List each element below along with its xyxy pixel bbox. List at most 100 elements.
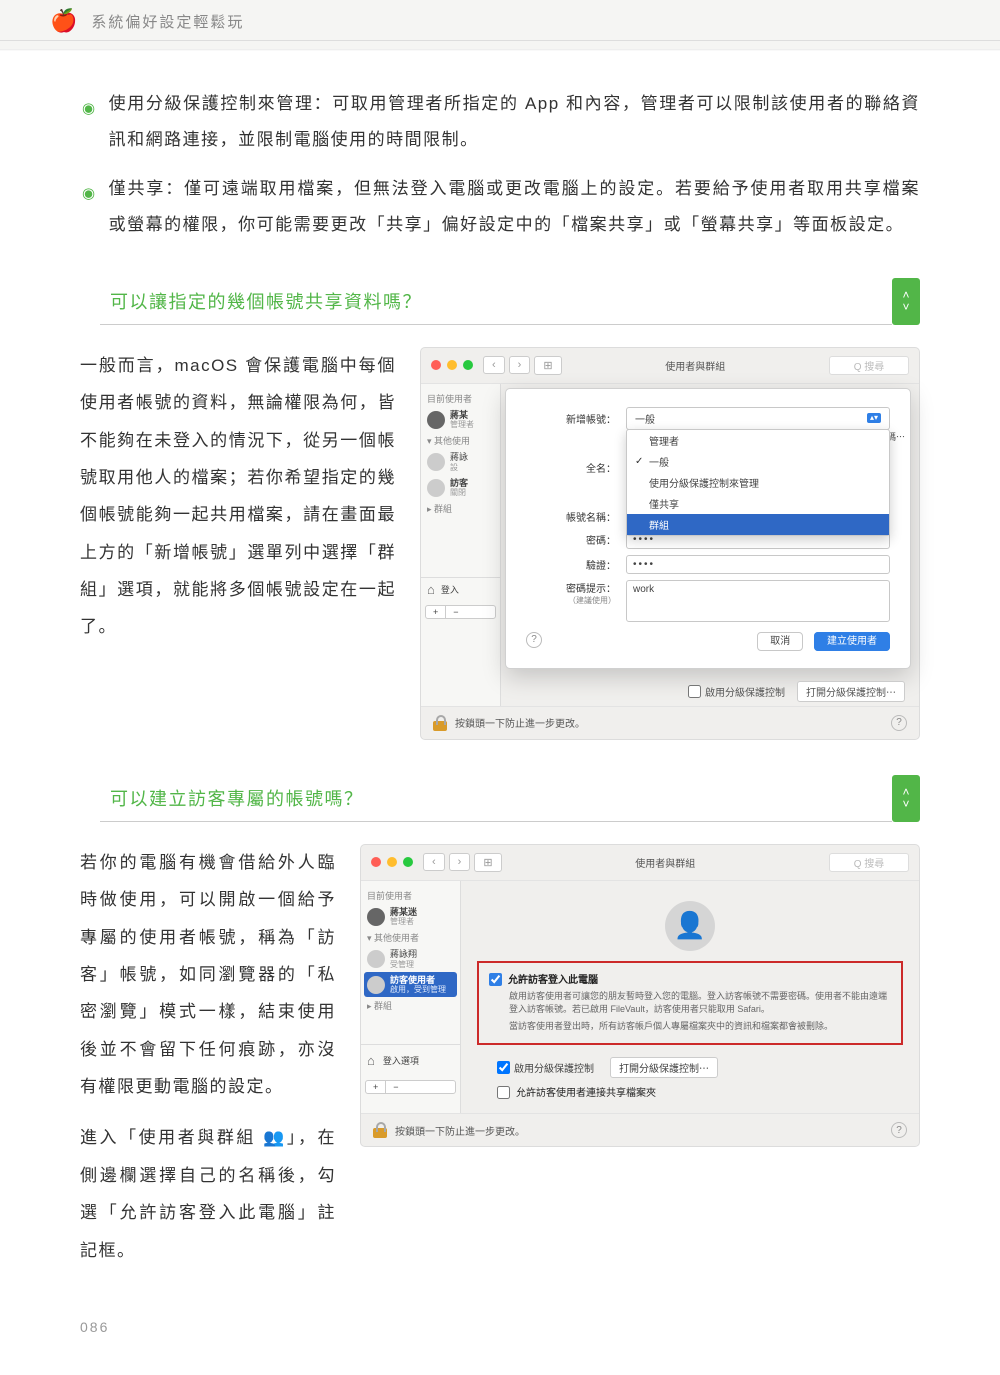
sidebar-section: ▾ 其他使用者 [361,929,460,946]
option-normal[interactable]: ✓一般 [627,451,889,472]
grid-button[interactable]: ⊞ [534,356,561,375]
parental-checkbox[interactable]: 啟用分級保護控制 [688,684,785,699]
open-parental-button[interactable]: 打開分級保護控制⋯ [610,1057,718,1078]
account-type-select[interactable]: 一般▴▾ 管理者 ✓一般 使用分級保護控制來管理 僅共享 群組 [626,407,890,430]
sidebar-item-guest[interactable]: 訪客使用者啟用，受到管理 [364,972,457,998]
forward-button[interactable]: › [509,356,531,374]
label-verify: 驗證： [526,557,616,572]
help-icon[interactable]: ? [891,1122,907,1138]
help-icon[interactable]: ? [526,632,542,648]
screenshot-1: ‹ › ⊞ 使用者與群組 Q 搜尋 目前使用者 蔣某管理者 ▾ 其他使用 [420,347,920,740]
chevron-updown-icon: ˄˅ [892,278,920,325]
sidebar-item-guest[interactable]: 訪客關閉 [421,475,500,501]
cancel-button[interactable]: 取消 [757,632,803,651]
highlight-box: 允許訪客登入此電腦 啟用訪客使用者可讓您的朋友暫時登入您的電腦。登入訪客帳號不需… [477,961,903,1046]
add-remove[interactable]: +− [365,1080,456,1094]
home-icon: ⌂ [427,582,435,597]
max-icon[interactable] [403,857,413,867]
search-input[interactable]: Q 搜尋 [829,356,909,375]
sidebar-footer: ⌂ 登入 [421,577,500,601]
bullet-1: ◉ 使用分級保護控制來管理：可取用管理者所指定的 App 和內容，管理者可以限制… [80,86,920,157]
close-icon[interactable] [431,360,441,370]
min-icon[interactable] [387,857,397,867]
max-icon[interactable] [463,360,473,370]
open-parental-button[interactable]: 打開分級保護控制⋯ [797,681,905,702]
guest-detail: 👤 允許訪客登入此電腦 啟用訪客使用者可讓您的朋友暫時登入您的電腦。登入訪客帳號… [461,881,919,1114]
sidebar-item-user[interactable]: 蔣詠翔受管理 [361,946,460,972]
lock-row: 按鎖頭一下防止進一步更改。 ? [421,706,919,739]
lock-text: 按鎖頭一下防止進一步更改。 [395,1123,525,1138]
sidebar-item-user[interactable]: 蔣詠設 [421,449,500,475]
bullet-icon: ◉ [82,93,97,157]
option-group[interactable]: 群組 [627,514,889,535]
help-icon[interactable]: ? [891,715,907,731]
under-sheet-row: 啟用分級保護控制 打開分級保護控制⋯ [501,677,919,706]
label-new-account: 新增帳號： [526,411,616,426]
avatar-icon [427,479,445,497]
page-number: 086 [80,1319,920,1335]
parental-checkbox[interactable]: 啟用分級保護控制 [497,1060,594,1075]
label-hint: 密碼提示： [526,580,616,595]
chevron-updown-icon: ˄˅ [892,775,920,822]
avatar-icon [427,453,445,471]
new-account-sheet: 新增帳號： 一般▴▾ 管理者 ✓一般 使用分級保護控制來管理 僅共享 群組 [505,388,911,669]
select-menu: 管理者 ✓一般 使用分級保護控制來管理 僅共享 群組 [626,429,890,536]
answer-2b: 進入「使用者與群組 👥」，在側邊欄選擇自己的名稱後，勾選「允許訪客登入此電腦」註… [80,1119,336,1269]
avatar-icon [367,908,385,926]
sidebar-section: 目前使用者 [361,887,460,904]
sidebar: 目前使用者 蔣某管理者 ▾ 其他使用 蔣詠設 訪客關閉 [421,384,501,706]
allow-guest-checkbox[interactable]: 允許訪客登入此電腦 [489,971,891,986]
grid-button[interactable]: ⊞ [474,853,501,872]
verify-input[interactable]: •••• [626,555,890,574]
guest-avatar: 👤 [665,901,715,951]
back-button[interactable]: ‹ [423,853,445,871]
label-fullname: 全名： [526,460,616,475]
min-icon[interactable] [447,360,457,370]
sidebar-section: ▸ 群組 [361,997,460,1014]
sidebar-section: ▾ 其他使用 [421,432,500,449]
lock-icon[interactable] [373,1122,387,1138]
add-remove[interactable]: +− [425,605,496,619]
window-title: 使用者與群組 [502,855,829,870]
answer-1: 一般而言，macOS 會保護電腦中每個使用者帳號的資料，無論權限為何，皆不能夠在… [80,347,396,646]
window-titlebar: ‹ › ⊞ 使用者與群組 Q 搜尋 [361,845,919,881]
question-bar-1: 可以讓指定的幾個帳號共享資料嗎？ ˄˅ [100,278,920,325]
guest-note-2: 當訪客使用者登出時，所有訪客帳戶個人專屬檔案夾中的資訊和檔案都會被刪除。 [509,1020,891,1034]
option-parental[interactable]: 使用分級保護控制來管理 [627,472,889,493]
guest-note-1: 啟用訪客使用者可讓您的朋友暫時登入您的電腦。登入訪客帳號不需要密碼。使用者不能由… [509,990,891,1017]
bullet-icon: ◉ [82,178,97,242]
page-header: 🍎 系統偏好設定輕鬆玩 [0,0,1000,49]
window-title: 使用者與群組 [562,358,829,373]
login-options[interactable]: 登入 [441,583,459,596]
option-admin[interactable]: 管理者 [627,430,889,451]
label-password: 密碼： [526,532,616,547]
lock-icon[interactable] [433,715,447,731]
screenshot-2: ‹ › ⊞ 使用者與群組 Q 搜尋 目前使用者 蔣某迷管理者 ▾ 其他使用者 [360,844,920,1148]
login-options[interactable]: ⌂ 登入選項 [361,1044,460,1076]
question-text: 可以讓指定的幾個帳號共享資料嗎？ [100,278,892,325]
sidebar-section: 目前使用者 [421,390,500,407]
avatar-icon [367,976,385,994]
forward-button[interactable]: › [449,853,471,871]
lock-text: 按鎖頭一下防止進一步更改。 [455,715,585,730]
bullet-text: 使用分級保護控制來管理：可取用管理者所指定的 App 和內容，管理者可以限制該使… [109,86,920,157]
back-button[interactable]: ‹ [483,356,505,374]
guest-share-checkbox[interactable]: 允許訪客使用者連接共享檔案夾 [497,1084,903,1099]
apple-icon: 🍎 [50,8,77,34]
close-icon[interactable] [371,857,381,867]
search-input[interactable]: Q 搜尋 [829,853,909,872]
chevron-updown-icon: ▴▾ [867,413,881,423]
question-bar-2: 可以建立訪客專屬的帳號嗎？ ˄˅ [100,775,920,822]
question-text: 可以建立訪客專屬的帳號嗎？ [100,775,892,822]
avatar-icon [367,950,385,968]
window-titlebar: ‹ › ⊞ 使用者與群組 Q 搜尋 [421,348,919,384]
sidebar-item-admin[interactable]: 蔣某管理者 [421,407,500,433]
hint-input[interactable]: work [626,580,890,622]
answer-2a: 若你的電腦有機會借給外人臨時做使用，可以開啟一個給予專屬的使用者帳號，稱為「訪客… [80,844,336,1106]
create-user-button[interactable]: 建立使用者 [814,632,890,651]
sidebar-item-admin[interactable]: 蔣某迷管理者 [361,904,460,930]
option-share[interactable]: 僅共享 [627,493,889,514]
bullet-2: ◉ 僅共享：僅可遠端取用檔案，但無法登入電腦或更改電腦上的設定。若要給予使用者取… [80,171,920,242]
avatar-icon [427,411,445,429]
bullet-text: 僅共享：僅可遠端取用檔案，但無法登入電腦或更改電腦上的設定。若要給予使用者取用共… [109,171,920,242]
